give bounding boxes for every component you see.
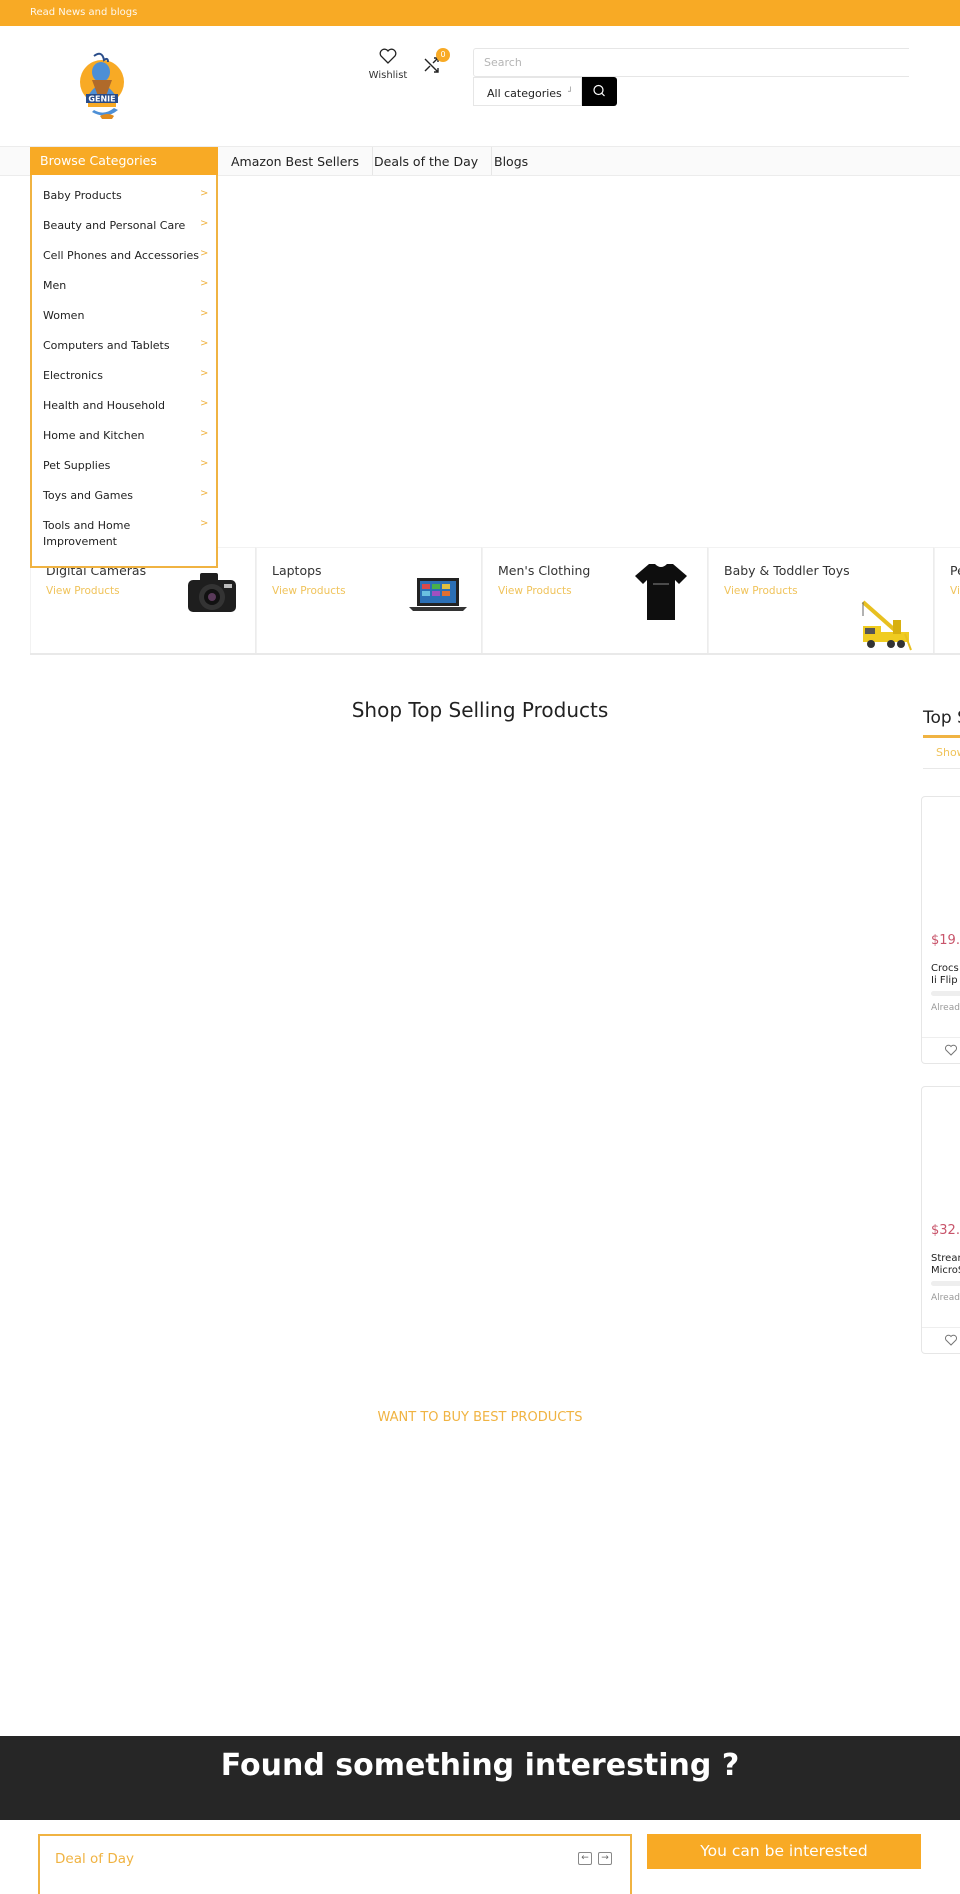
category-item-cell-phones[interactable]: Cell Phones and Accessories bbox=[43, 248, 203, 264]
chevron-right-icon: > bbox=[200, 488, 209, 499]
chevron-right-icon: > bbox=[200, 248, 209, 259]
you-can-be-interested-header: You can be interested bbox=[647, 1834, 921, 1869]
divider bbox=[922, 1327, 960, 1328]
genie-logo-icon: GENIE bbox=[80, 52, 124, 119]
chevron-right-icon: > bbox=[200, 518, 209, 529]
chevron-right-icon: > bbox=[200, 278, 209, 289]
wishlist-label: Wishlist bbox=[368, 70, 408, 81]
nav-blogs[interactable]: Blogs bbox=[481, 147, 541, 175]
chevron-right-icon: > bbox=[200, 308, 209, 319]
search-button[interactable] bbox=[582, 77, 617, 106]
chevron-right-icon: > bbox=[200, 428, 209, 439]
select-arrow-icon: ┘ bbox=[568, 87, 573, 96]
top-announcement-bar: Read News and blogs bbox=[0, 0, 960, 26]
product-name-line: Crocs bbox=[931, 963, 959, 974]
product-name-line: Strean bbox=[931, 1253, 960, 1264]
product-name[interactable]: Strean MicroS bbox=[931, 1253, 960, 1277]
featured-category-card[interactable]: Pe Vie bbox=[934, 547, 960, 653]
category-select-value: All categories bbox=[487, 87, 562, 100]
featured-category-card[interactable]: Men's Clothing View Products bbox=[482, 547, 708, 653]
category-select[interactable]: All categories ┘ bbox=[473, 77, 582, 106]
search-input[interactable] bbox=[474, 49, 909, 76]
category-item-electronics[interactable]: Electronics bbox=[43, 368, 193, 384]
browse-categories-menu: Baby Products > Beauty and Personal Care… bbox=[30, 175, 218, 568]
top-sellers-title: Top S bbox=[923, 708, 960, 728]
view-products-link[interactable]: View Products bbox=[46, 585, 120, 597]
chevron-right-icon: > bbox=[200, 458, 209, 469]
next-arrow-button[interactable]: → bbox=[598, 1852, 612, 1865]
product-name-line: Ii Flip F bbox=[931, 975, 960, 986]
category-item-toys-games[interactable]: Toys and Games bbox=[43, 488, 193, 504]
category-item-tools[interactable]: Tools and Home Improvement bbox=[43, 518, 153, 550]
heart-icon[interactable] bbox=[944, 1333, 958, 1347]
view-products-link[interactable]: View Products bbox=[724, 585, 798, 597]
category-item-women[interactable]: Women bbox=[43, 308, 193, 324]
view-products-link[interactable]: View Products bbox=[498, 585, 572, 597]
already-sold-label: Already bbox=[931, 1003, 960, 1013]
show-all-link[interactable]: Show bbox=[936, 746, 960, 759]
featured-category-card[interactable]: Laptops View Products bbox=[256, 547, 482, 653]
sold-progress-bar bbox=[931, 991, 960, 996]
featured-category-title: Pe bbox=[950, 563, 960, 578]
product-card[interactable]: $19.9 Crocs Ii Flip F Already bbox=[921, 796, 960, 1064]
product-price: $19.9 bbox=[931, 933, 960, 948]
product-name[interactable]: Crocs Ii Flip F bbox=[931, 963, 960, 987]
prev-arrow-button[interactable]: ← bbox=[578, 1852, 592, 1865]
category-item-men[interactable]: Men bbox=[43, 278, 193, 294]
product-name-line: MicroS bbox=[931, 1265, 960, 1276]
crane-toy-image bbox=[861, 600, 912, 651]
deal-of-day-panel: Deal of Day ← → bbox=[38, 1834, 632, 1894]
news-blogs-link[interactable]: Read News and blogs bbox=[30, 7, 137, 18]
want-best-products-text: WANT TO BUY BEST PRODUCTS bbox=[377, 1410, 583, 1425]
deal-of-day-title: Deal of Day bbox=[55, 1851, 134, 1867]
featured-category-title: Laptops bbox=[272, 563, 322, 578]
divider bbox=[922, 1037, 960, 1038]
view-products-link[interactable]: Vie bbox=[950, 585, 960, 597]
laptop-image bbox=[409, 578, 467, 611]
featured-category-card[interactable]: Baby & Toddler Toys View Products bbox=[708, 547, 934, 653]
nav-deals-of-the-day[interactable]: Deals of the Day bbox=[361, 147, 493, 175]
chevron-right-icon: > bbox=[200, 188, 209, 199]
divider bbox=[923, 768, 960, 769]
category-item-baby-products[interactable]: Baby Products bbox=[43, 188, 193, 204]
heart-icon bbox=[379, 48, 397, 64]
category-item-pet-supplies[interactable]: Pet Supplies bbox=[43, 458, 193, 474]
product-price: $32.9 bbox=[931, 1223, 960, 1238]
heart-icon[interactable] bbox=[944, 1043, 958, 1057]
product-card[interactable]: $32.9 Strean MicroS Already bbox=[921, 1086, 960, 1354]
browse-categories-header[interactable]: Browse Categories bbox=[30, 147, 218, 175]
chevron-right-icon: > bbox=[200, 368, 209, 379]
featured-category-title: Men's Clothing bbox=[498, 563, 591, 578]
chevron-right-icon: > bbox=[200, 218, 209, 229]
section-title: Shop Top Selling Products bbox=[351, 698, 609, 722]
compare-count-badge: 0 bbox=[436, 48, 450, 62]
category-item-beauty[interactable]: Beauty and Personal Care bbox=[43, 218, 193, 234]
chevron-right-icon: > bbox=[200, 338, 209, 349]
site-logo[interactable]: GENIE bbox=[76, 50, 128, 122]
wishlist-button[interactable]: Wishlist bbox=[368, 48, 408, 81]
nav-amazon-best-sellers[interactable]: Amazon Best Sellers bbox=[218, 147, 374, 175]
title-underline bbox=[923, 735, 960, 738]
svg-text:GENIE: GENIE bbox=[88, 95, 115, 104]
category-item-computers[interactable]: Computers and Tablets bbox=[43, 338, 193, 354]
camera-image bbox=[188, 573, 236, 612]
search-icon bbox=[593, 84, 605, 97]
search-box bbox=[473, 48, 909, 77]
category-item-health[interactable]: Health and Household bbox=[43, 398, 193, 414]
already-sold-label: Already bbox=[931, 1293, 960, 1303]
category-item-home-kitchen[interactable]: Home and Kitchen bbox=[43, 428, 193, 444]
sold-progress-bar bbox=[931, 1281, 960, 1286]
tshirt-image bbox=[635, 564, 687, 620]
chevron-right-icon: > bbox=[200, 398, 209, 409]
featured-category-title: Baby & Toddler Toys bbox=[724, 563, 850, 578]
banner-heading: Found something interesting ? bbox=[220, 1748, 740, 1783]
found-something-banner: Found something interesting ? bbox=[0, 1736, 960, 1820]
view-products-link[interactable]: View Products bbox=[272, 585, 346, 597]
